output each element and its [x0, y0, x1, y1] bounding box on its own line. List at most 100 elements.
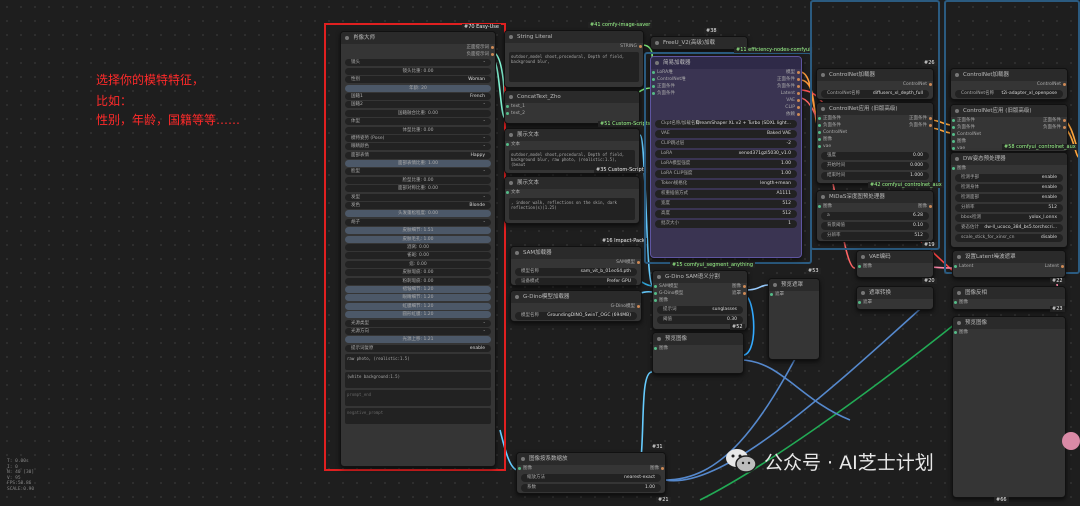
- preview-image-title[interactable]: 预览图像: [653, 333, 743, 345]
- output-slot[interactable]: 正面条件: [726, 76, 801, 83]
- controlnet-output-1[interactable]: ControlNet: [817, 81, 933, 88]
- sam-loader-title[interactable]: SAM加载器: [511, 247, 641, 259]
- widget-row[interactable]: 镜头 -: [345, 59, 491, 67]
- string-literal-title[interactable]: String Literal: [505, 31, 643, 43]
- output-slot[interactable]: 遮罩: [709, 290, 747, 297]
- widget-row[interactable]: 国籍2 -: [345, 101, 491, 109]
- midas-output[interactable]: 图像: [875, 203, 933, 210]
- midas-node[interactable]: MiDaS深度图预处理器 图像 图像 a 6.28 背景阈值 0.10 分辨率 512: [816, 190, 934, 242]
- widget-row[interactable]: 体型 -: [345, 118, 491, 126]
- show-text-input-2[interactable]: 文本: [505, 189, 639, 196]
- widget-row[interactable]: 提示词复原 enable: [345, 344, 491, 352]
- show-text-content-2[interactable]: , indoor walk, reflections on the skin, …: [509, 198, 635, 220]
- image-invert-input[interactable]: 图像: [953, 299, 1065, 306]
- preview-image-input-2[interactable]: 图像: [953, 329, 1065, 336]
- string-literal-node[interactable]: String Literal STRING outdoor,model shoo…: [504, 30, 644, 88]
- vae-encode-input-image[interactable]: 图像: [857, 263, 933, 270]
- latent-mask-node[interactable]: 设置Latent噪波遮罩 Latent Latent: [952, 250, 1066, 278]
- image-scale-output[interactable]: 图像: [591, 465, 665, 472]
- latent-mask-output[interactable]: Latent: [1009, 263, 1065, 270]
- widget-row[interactable]: LoRA模型强度 1.00: [655, 160, 797, 168]
- input-slot[interactable]: ControlNet: [817, 129, 875, 136]
- widget-row[interactable]: 国籍1 French: [345, 92, 491, 100]
- floating-action-button[interactable]: [1062, 432, 1080, 450]
- sam-model-name-combo[interactable]: 模型名称 sam_vit_b_01ec64.pth: [515, 268, 637, 276]
- widget-row[interactable]: Token规格化 length+mean: [655, 180, 797, 188]
- output-slot[interactable]: 负面条件: [1009, 124, 1067, 131]
- preview-image-node[interactable]: 预览图像 图像: [652, 332, 744, 374]
- mask-convert-title[interactable]: 遮罩转换: [857, 287, 933, 299]
- controlnet-apply-title-2[interactable]: ControlNet应用 (旧版高级): [951, 105, 1067, 117]
- input-slot[interactable]: SAM模型: [653, 283, 709, 290]
- widget-row[interactable]: 眼睛颜色 -: [345, 143, 491, 151]
- controlnet-apply-node-1[interactable]: ControlNet应用 (旧版高级) 正面条件 负面条件 ControlNet 图像…: [816, 102, 934, 184]
- show-text-title-1[interactable]: 展示文本: [505, 129, 639, 141]
- widget-row[interactable]: 脸型 -: [345, 168, 491, 176]
- preview-image-node-2[interactable]: 预览图像 图像: [952, 316, 1066, 498]
- preview-image-input[interactable]: 图像: [653, 345, 743, 352]
- input-slot[interactable]: 图像: [653, 297, 709, 304]
- gdino-loader-title[interactable]: G-Dino模型加载器: [511, 291, 641, 303]
- widget-row[interactable]: 宽度 512: [655, 200, 797, 208]
- output-slot[interactable]: 负面条件: [726, 83, 801, 90]
- prompt-start-text[interactable]: raw photo, (realistic:1.5): [345, 353, 491, 370]
- segment-prompt-field[interactable]: 提示词 sunglasses: [657, 306, 743, 314]
- widget-row[interactable]: 国籍融合比重: 0.00: [345, 109, 491, 117]
- controlnet-apply-title-1[interactable]: ControlNet应用 (旧版高级): [817, 103, 933, 115]
- output-slot[interactable]: CLIP: [726, 104, 801, 111]
- midas-title[interactable]: MiDaS深度图预处理器: [817, 191, 933, 203]
- widget-row[interactable]: 雀斑: 0.00: [345, 252, 491, 260]
- widget-row[interactable]: 头发蓬松程度: 0.00: [345, 210, 491, 218]
- efficient-loader-title[interactable]: 简易加载器: [651, 57, 801, 69]
- efficient-loader-node[interactable]: 简易加载器 LoRA堆 ControlNet堆 正面条件 负面条件 模型 正面条件 负面条…: [650, 56, 802, 258]
- widget-row[interactable]: a 6.28: [821, 212, 929, 220]
- preview-mask-title[interactable]: 预览遮罩: [769, 279, 819, 291]
- widget-row[interactable]: 光源方向 -: [345, 327, 491, 335]
- dw-pose-node[interactable]: DW姿态预处理器 图像 检测手部 enable 检测身体 enable 检测面部 enab…: [950, 152, 1068, 248]
- controlnet-loader-title-1[interactable]: ControlNet加载器: [817, 69, 933, 81]
- input-slot[interactable]: ControlNet堆: [651, 76, 726, 83]
- widget-row[interactable]: Ckpt名称/加载名称 DreamShaper XL v2 + Turbo (SD…: [655, 120, 797, 128]
- input-slot[interactable]: 图像: [951, 138, 1009, 145]
- output-slot[interactable]: 图像: [709, 283, 747, 290]
- widget-row[interactable]: 褶皱细节: 1.20: [345, 285, 491, 293]
- portrait-master-node[interactable]: 肖像大师 正面提示词 负面提示词 镜头 - 镜头比重: 0.00 性别 Woman 年龄:…: [340, 31, 496, 467]
- output-slot[interactable]: 模型: [726, 69, 801, 76]
- widget-row[interactable]: LoRA CLIP强度 1.00: [655, 170, 797, 178]
- dw-pose-title[interactable]: DW姿态预处理器: [951, 153, 1067, 165]
- scale-method-combo[interactable]: 缩放方法 nearest-exact: [521, 474, 661, 482]
- output-positive[interactable]: 正面提示词: [341, 44, 495, 51]
- sam-device-combo[interactable]: 设备模式 Prefer GPU: [515, 278, 637, 285]
- widget-row[interactable]: 脸型比重: 0.00: [345, 176, 491, 184]
- widget-row[interactable]: 强度 0.00: [821, 152, 929, 160]
- input-slot[interactable]: 正面条件: [817, 115, 875, 122]
- gdino-sam-segment-node[interactable]: G-Dino SAM语义分割 SAM模型 G-Dino模型 图像 图像 遮罩 提示词 s…: [652, 270, 748, 330]
- controlnet-loader-node-2[interactable]: ControlNet加载器 ControlNet ControlNet名称 t2i…: [950, 68, 1068, 100]
- output-negative[interactable]: 负面提示词: [341, 51, 495, 58]
- widget-row[interactable]: 结束时间 1.000: [821, 172, 929, 180]
- preview-mask-node[interactable]: 预览遮罩 遮罩: [768, 278, 820, 360]
- widget-row[interactable]: bbox检测 yolox_l.onnx: [955, 214, 1063, 222]
- controlnet-name-combo-2[interactable]: ControlNet名称 t2i-adapter_xl_openpose: [955, 90, 1063, 98]
- widget-row[interactable]: 开始时间 0.000: [821, 162, 929, 170]
- widget-row[interactable]: 背景阈值 0.10: [821, 222, 929, 230]
- image-scale-node[interactable]: 图像按系数缩放 图像 图像 缩放方法 nearest-exact 系数 1.00: [516, 452, 666, 494]
- widget-row[interactable]: 分辨率 512: [955, 204, 1063, 212]
- output-slot[interactable]: 正面条件: [875, 115, 933, 122]
- prompt-additional-text[interactable]: (white background:1.5): [345, 371, 491, 388]
- input-slot[interactable]: 图像: [817, 136, 875, 143]
- widget-row[interactable]: scale_stick_for_xinsr_cn disable: [955, 234, 1063, 242]
- gdino-loader-node[interactable]: G-Dino模型加载器 G-Dino模型 模型名称 GroundingDINO_S…: [510, 290, 642, 322]
- widget-row[interactable]: 皮肤细节: 1.51: [345, 227, 491, 235]
- widget-row[interactable]: CLIP跳过层 -2: [655, 140, 797, 148]
- widget-row[interactable]: 模特姿势 (Pose) -: [345, 134, 491, 142]
- concat-input-2[interactable]: text_2: [505, 110, 639, 117]
- latent-mask-title[interactable]: 设置Latent噪波遮罩: [953, 251, 1065, 263]
- show-text-title-2[interactable]: 展示文本: [505, 177, 639, 189]
- scale-factor-field[interactable]: 系数 1.00: [521, 484, 661, 492]
- widget-row[interactable]: 酒窝: 0.00: [345, 243, 491, 251]
- output-slot[interactable]: VAE: [726, 97, 801, 104]
- sam-loader-node[interactable]: SAM加载器 SAM模型 模型名称 sam_vit_b_01ec64.pth 设备…: [510, 246, 642, 286]
- freeu-title[interactable]: FreeU_V2(高级)加载: [651, 37, 747, 49]
- input-slot[interactable]: 负面条件: [951, 124, 1009, 131]
